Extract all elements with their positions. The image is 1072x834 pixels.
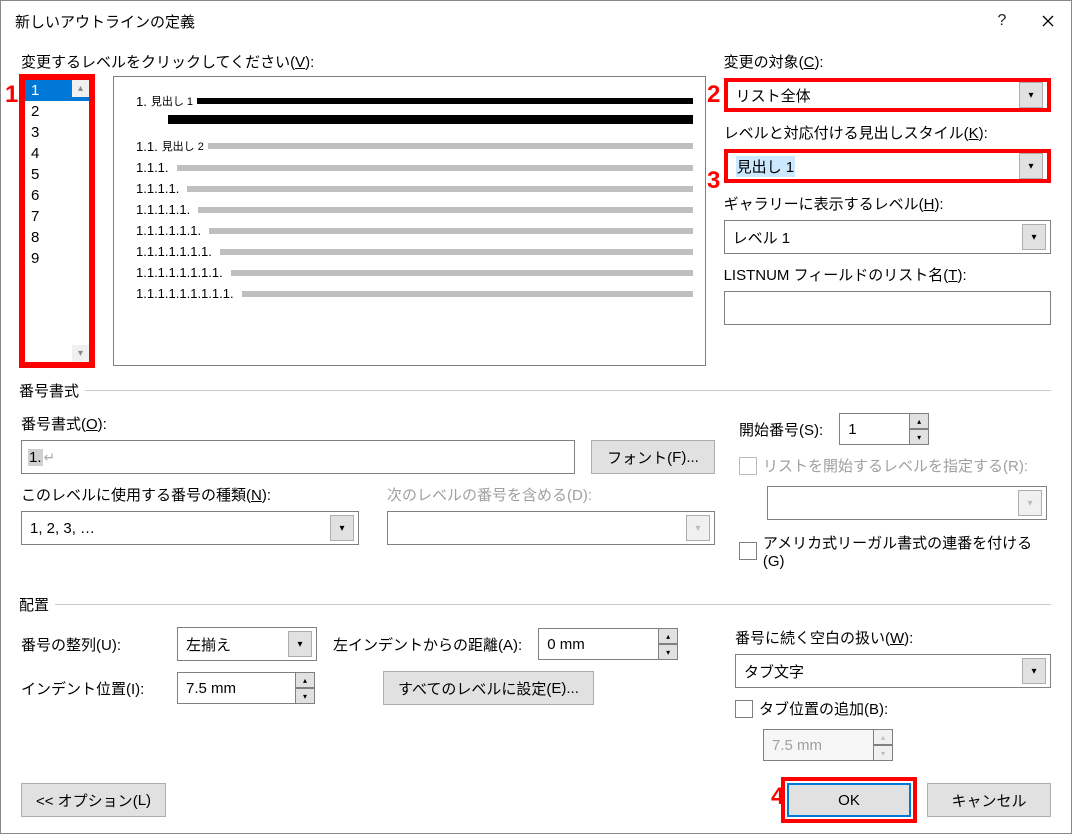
- annotation-1: 1: [5, 81, 18, 109]
- chevron-down-icon: ▾: [1022, 224, 1046, 250]
- close-icon: [1042, 15, 1054, 27]
- level-item-3[interactable]: 3: [25, 122, 89, 143]
- set-all-button[interactable]: すべてのレベルに設定(E)...: [383, 671, 594, 705]
- window-title: 新しいアウトラインの定義: [15, 11, 979, 32]
- level-item-8[interactable]: 8: [25, 227, 89, 248]
- start-at-label: 開始番号(S):: [739, 419, 823, 440]
- start-at-spin[interactable]: 1 ▴▾: [839, 413, 929, 445]
- number-format-label: 番号書式(O):: [21, 413, 715, 434]
- spin-up-icon: ▴: [873, 729, 893, 745]
- spin-down-icon[interactable]: ▾: [658, 644, 678, 660]
- follow-label: 番号に続く空白の扱い(W):: [735, 627, 1051, 648]
- titlebar: 新しいアウトラインの定義 ?: [1, 1, 1071, 41]
- tab-checkbox-row[interactable]: タブ位置の追加(B):: [735, 698, 1051, 719]
- level-list[interactable]: ▴ 1 2 3 4 5 6 7 8 9 ▾: [21, 76, 93, 366]
- include-prev-select: ▾: [387, 511, 715, 545]
- include-prev-label: 次のレベルの番号を含める(D):: [387, 484, 715, 505]
- number-format-legend: 番号書式: [19, 380, 85, 401]
- indent-label: インデント位置(I):: [21, 678, 161, 699]
- gallery-select[interactable]: レベル 1 ▾: [724, 220, 1051, 254]
- listnum-label: LISTNUM フィールドのリスト名(T):: [724, 264, 1051, 285]
- chevron-down-icon: ▾: [1022, 658, 1046, 684]
- indent-spin[interactable]: 7.5 mm ▴▾: [177, 672, 315, 704]
- chevron-down-icon: ▾: [686, 515, 710, 541]
- tab-spin: 7.5 mm ▴▾: [763, 729, 893, 761]
- link-style-label: レベルと対応付ける見出しスタイル(K):: [724, 122, 1051, 143]
- legal-checkbox[interactable]: [739, 542, 757, 560]
- chevron-down-icon: ▾: [330, 515, 354, 541]
- tab-checkbox[interactable]: [735, 700, 753, 718]
- spin-down-icon: ▾: [873, 745, 893, 761]
- chevron-down-icon: ▾: [1019, 82, 1043, 108]
- annotation-4: 4: [771, 783, 784, 811]
- restart-checkbox-row: リストを開始するレベルを指定する(R):: [739, 455, 1051, 476]
- restart-select: ▾: [767, 486, 1047, 520]
- listnum-input[interactable]: [724, 291, 1051, 325]
- dialog-window: 1 2 3 4 新しいアウトラインの定義 ? 変更するレベルをクリックしてくださ…: [0, 0, 1072, 834]
- level-item-5[interactable]: 5: [25, 164, 89, 185]
- chevron-down-icon: ▾: [288, 631, 312, 657]
- restart-checkbox: [739, 457, 757, 475]
- number-style-select[interactable]: 1, 2, 3, … ▾: [21, 511, 359, 545]
- aligned-at-spin[interactable]: 0 mm ▴▾: [538, 628, 678, 660]
- legal-checkbox-row[interactable]: アメリカ式リーガル書式の連番を付ける(G): [739, 532, 1051, 570]
- annotation-2: 2: [707, 81, 720, 109]
- position-group: 配置 番号の整列(U): 左揃え ▾ 左インデントからの距離(A):: [21, 594, 1051, 761]
- scroll-up-icon[interactable]: ▴: [72, 80, 89, 97]
- level-item-7[interactable]: 7: [25, 206, 89, 227]
- help-button[interactable]: ?: [979, 1, 1025, 41]
- apply-to-label: 変更の対象(C):: [724, 51, 1051, 72]
- level-item-6[interactable]: 6: [25, 185, 89, 206]
- scroll-down-icon[interactable]: ▾: [72, 345, 89, 362]
- spin-up-icon[interactable]: ▴: [295, 672, 315, 688]
- follow-select[interactable]: タブ文字 ▾: [735, 654, 1051, 688]
- number-format-input[interactable]: 1.↵: [21, 440, 575, 474]
- apply-to-select[interactable]: リスト全体 ▾: [724, 78, 1051, 112]
- options-button[interactable]: << オプション(L): [21, 783, 166, 817]
- aligned-at-label: 左インデントからの距離(A):: [333, 634, 522, 655]
- spin-up-icon[interactable]: ▴: [658, 628, 678, 644]
- close-button[interactable]: [1025, 1, 1071, 41]
- cancel-button[interactable]: キャンセル: [927, 783, 1051, 817]
- level-item-2[interactable]: 2: [25, 101, 89, 122]
- align-select[interactable]: 左揃え ▾: [177, 627, 317, 661]
- chevron-down-icon: ▾: [1018, 490, 1042, 516]
- ok-highlight: [781, 777, 917, 823]
- level-click-label: 変更するレベルをクリックしてください(V):: [21, 51, 706, 72]
- align-label: 番号の整列(U):: [21, 634, 161, 655]
- outline-preview: 1.見出し 1 1.1.見出し 2 1.1.1. 1.1.1.1. 1.1.1.…: [113, 76, 706, 366]
- font-button[interactable]: フォント(F)...: [591, 440, 715, 474]
- spin-down-icon[interactable]: ▾: [909, 429, 929, 445]
- spin-down-icon[interactable]: ▾: [295, 688, 315, 704]
- level-item-9[interactable]: 9: [25, 248, 89, 269]
- chevron-down-icon: ▾: [1019, 153, 1043, 179]
- number-style-label: このレベルに使用する番号の種類(N):: [21, 484, 359, 505]
- link-style-select[interactable]: 見出し 1 ▾: [724, 149, 1051, 183]
- gallery-label: ギャラリーに表示するレベル(H):: [724, 193, 1051, 214]
- spin-up-icon[interactable]: ▴: [909, 413, 929, 429]
- annotation-3: 3: [707, 167, 720, 195]
- position-legend: 配置: [19, 594, 55, 615]
- number-format-group: 番号書式 番号書式(O): 1.↵ フォント(F)...: [21, 380, 1051, 580]
- level-item-4[interactable]: 4: [25, 143, 89, 164]
